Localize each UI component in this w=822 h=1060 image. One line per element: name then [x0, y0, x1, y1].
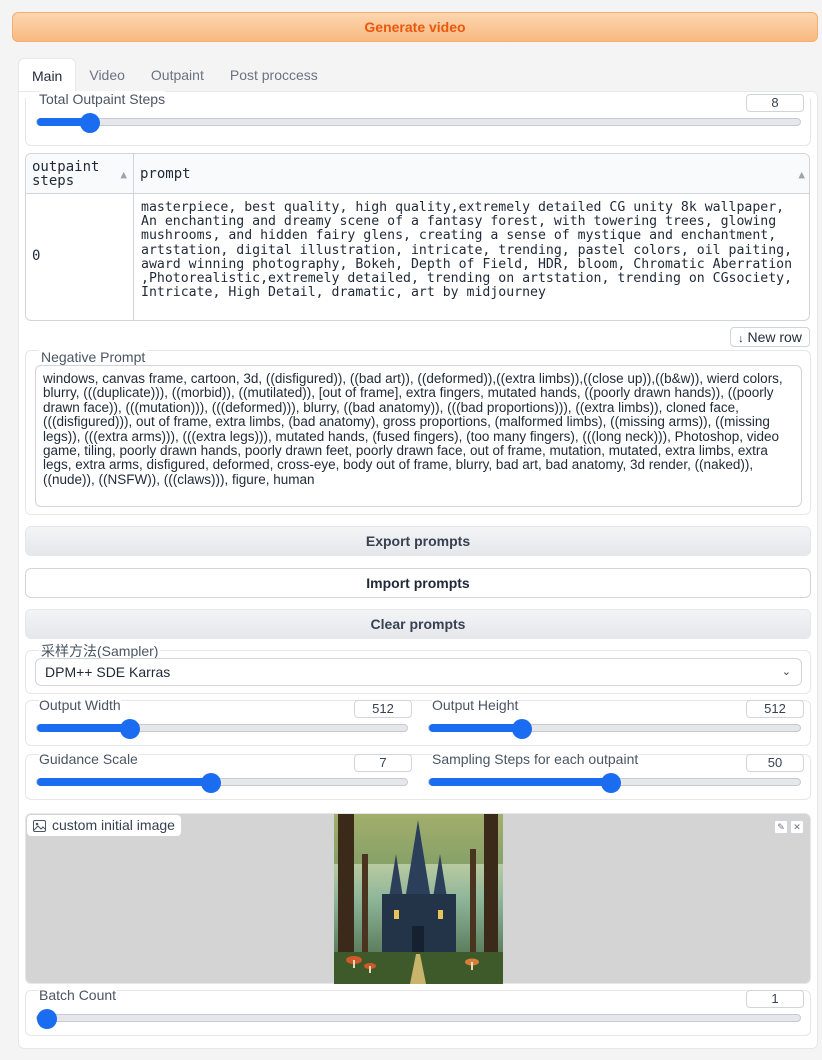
- batch-count-input[interactable]: 1: [746, 990, 804, 1008]
- tab-outpaint[interactable]: Outpaint: [138, 58, 217, 92]
- image-icon: [33, 819, 46, 832]
- tab-post-process[interactable]: Post proccess: [217, 58, 331, 92]
- sampling-steps-label: Sampling Steps for each outpaint: [432, 751, 639, 767]
- batch-count-block: [25, 990, 811, 1036]
- output-width-label: Output Width: [39, 697, 121, 713]
- total-outpaint-steps-input[interactable]: 8: [746, 94, 804, 112]
- sort-arrow-icon[interactable]: ▲: [120, 168, 127, 181]
- column-header-prompt[interactable]: prompt ▲: [134, 154, 809, 194]
- pencil-icon[interactable]: ✎: [774, 820, 788, 834]
- arrow-down-icon: ↓: [738, 333, 744, 345]
- column-header-label: outpaint steps: [32, 159, 100, 189]
- table-cell-step[interactable]: 0: [26, 194, 134, 320]
- initial-image-preview: [334, 814, 503, 984]
- output-height-slider[interactable]: [428, 719, 801, 739]
- sampling-steps-input[interactable]: 50: [746, 754, 804, 772]
- custom-image-label: custom initial image: [52, 817, 175, 833]
- slider-thumb[interactable]: [511, 719, 532, 739]
- slider-thumb[interactable]: [200, 773, 221, 793]
- output-width-input[interactable]: 512: [354, 700, 412, 718]
- tab-main[interactable]: Main: [18, 58, 77, 92]
- slider-thumb[interactable]: [119, 719, 140, 739]
- output-height-label: Output Height: [432, 697, 519, 713]
- batch-count-label: Batch Count: [39, 987, 117, 1003]
- column-header-label: prompt: [140, 166, 191, 182]
- slider-thumb[interactable]: [600, 773, 621, 793]
- slider-fill: [429, 778, 611, 786]
- output-width-slider[interactable]: [36, 719, 408, 739]
- custom-image-label-chip: custom initial image: [27, 815, 181, 836]
- import-prompts-button[interactable]: Import prompts: [25, 568, 811, 598]
- negative-prompt-label: Negative Prompt: [39, 349, 148, 365]
- sort-arrow-icon[interactable]: ▲: [798, 168, 805, 181]
- size-block: [25, 700, 811, 746]
- generate-video-button[interactable]: Generate video: [12, 12, 818, 42]
- close-icon[interactable]: ✕: [790, 820, 804, 834]
- clear-prompts-button[interactable]: Clear prompts: [25, 609, 811, 639]
- sampling-steps-slider[interactable]: [428, 773, 801, 793]
- batch-count-slider[interactable]: [36, 1009, 801, 1029]
- output-height-input[interactable]: 512: [746, 700, 804, 718]
- guidance-scale-input[interactable]: 7: [354, 754, 412, 772]
- sampler-dropdown[interactable]: DPM++ SDE Karras ⌄: [35, 658, 802, 686]
- slider-thumb[interactable]: [37, 1009, 57, 1029]
- new-row-button[interactable]: ↓ New row: [730, 327, 810, 347]
- negative-prompt-textarea[interactable]: windows, canvas frame, cartoon, 3d, ((di…: [35, 365, 802, 507]
- guidance-scale-label: Guidance Scale: [39, 751, 138, 767]
- slider-fill: [37, 724, 130, 732]
- tab-video[interactable]: Video: [76, 58, 138, 92]
- tab-bar: Main Video Outpaint Post proccess: [18, 58, 331, 92]
- slider-fill: [429, 724, 522, 732]
- table-cell-prompt[interactable]: masterpiece, best quality, high quality,…: [134, 194, 809, 320]
- guidance-scale-slider[interactable]: [36, 773, 408, 793]
- chevron-down-icon: ⌄: [781, 666, 791, 678]
- guidance-block: [25, 754, 811, 800]
- slider-fill: [37, 778, 211, 786]
- total-outpaint-steps-label: Total Outpaint Steps: [39, 91, 166, 107]
- total-outpaint-steps-slider[interactable]: [36, 113, 801, 133]
- sampler-value: DPM++ SDE Karras: [45, 664, 171, 680]
- prompt-table: outpaint steps ▲ prompt ▲ 0 masterpiece,…: [25, 153, 810, 321]
- export-prompts-button[interactable]: Export prompts: [25, 526, 811, 556]
- new-row-label: New row: [747, 329, 802, 345]
- column-header-outpaint-steps[interactable]: outpaint steps ▲: [26, 154, 134, 194]
